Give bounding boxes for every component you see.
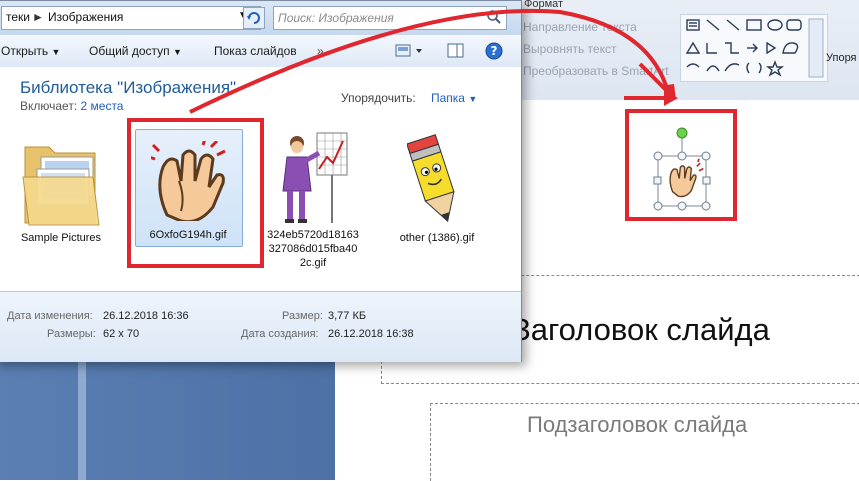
drag-arrow-annotation	[189, 8, 678, 114]
